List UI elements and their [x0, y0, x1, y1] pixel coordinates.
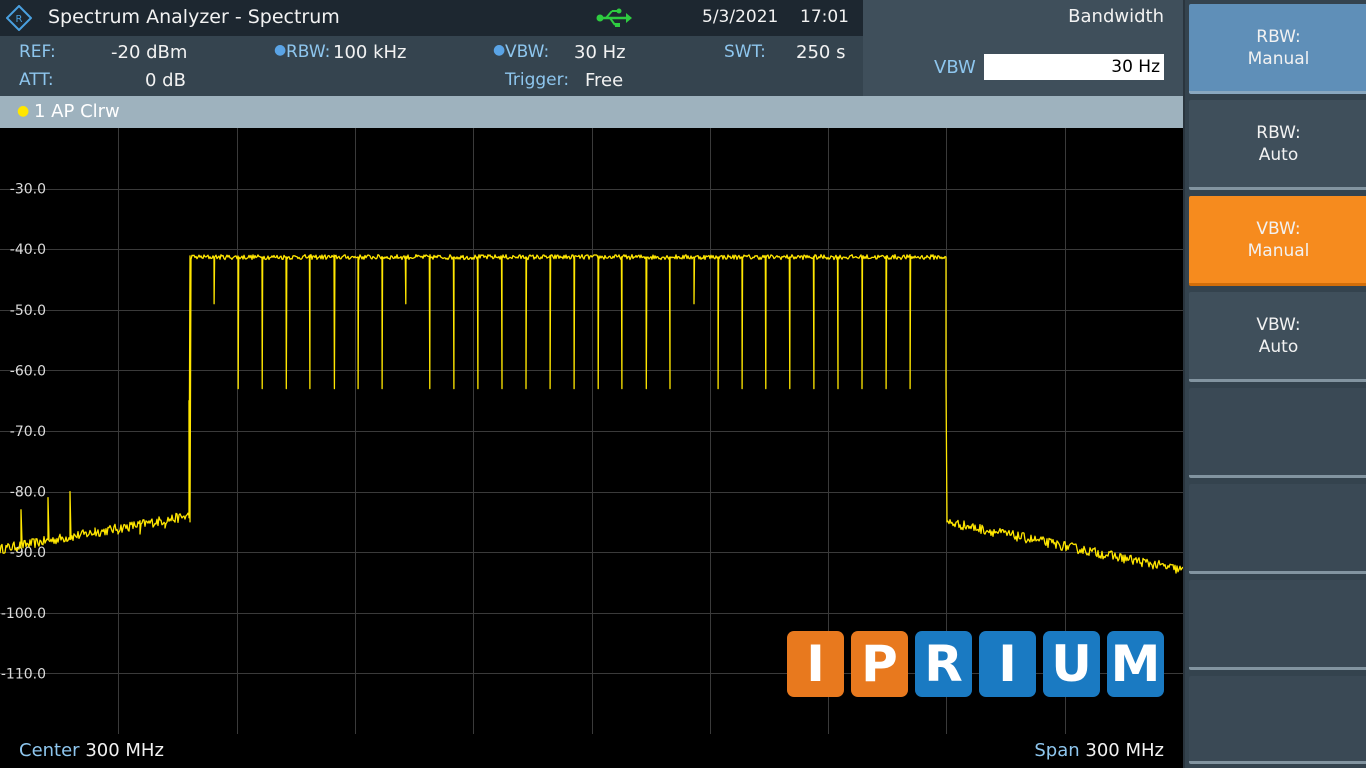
softkey-line1: VBW:	[1256, 314, 1301, 335]
rbw-coupling-dot-icon: ●	[274, 42, 287, 58]
softkey-panel: RBW: Manual RBW: Auto VBW: Manual VBW: Auto	[1183, 0, 1366, 768]
title-bar: R Spectrum Analyzer - Spectrum 5/3/2021 …	[0, 0, 863, 36]
menu-header: Bandwidth VBW 30 Hz	[863, 0, 1183, 96]
y-tick-label: -40.0	[10, 242, 46, 258]
ref-label: REF:	[19, 42, 56, 62]
att-label: ATT:	[19, 70, 54, 90]
y-tick-label: -70.0	[10, 424, 46, 440]
softkey-empty[interactable]	[1189, 484, 1366, 574]
frequency-footer: Center 300 MHz Span 300 MHz	[0, 734, 1183, 768]
trigger-value[interactable]: Free	[585, 70, 623, 91]
ref-value[interactable]: -20 dBm	[111, 42, 187, 63]
vbw-value[interactable]: 30 Hz	[574, 42, 626, 63]
softkey-vbw-auto[interactable]: VBW: Auto	[1189, 292, 1366, 382]
logo-letter: I	[787, 631, 844, 697]
trace-info-bar: ● 1 AP Clrw	[0, 96, 1183, 128]
vbw-entry-label: VBW	[934, 57, 976, 78]
date-display: 5/3/2021	[702, 7, 779, 27]
span-frequency[interactable]: Span 300 MHz	[1034, 740, 1164, 761]
logo-letter: I	[979, 631, 1036, 697]
y-tick-label: -80.0	[10, 485, 46, 501]
swt-value[interactable]: 250 s	[796, 42, 845, 63]
window-title: Spectrum Analyzer - Spectrum	[48, 6, 340, 28]
y-tick-label: -100.0	[1, 606, 46, 622]
softkey-rbw-manual[interactable]: RBW: Manual	[1189, 4, 1366, 94]
usb-icon	[596, 8, 632, 27]
span-value: 300 MHz	[1085, 740, 1164, 761]
softkey-empty[interactable]	[1189, 676, 1366, 764]
trace-label[interactable]: 1 AP Clrw	[34, 101, 120, 122]
vbw-entry-field[interactable]: 30 Hz	[984, 54, 1164, 80]
center-label: Center	[19, 740, 80, 761]
menu-title: Bandwidth	[1068, 6, 1164, 27]
measurement-parameters: REF: -20 dBm ATT: 0 dB ● RBW: 100 kHz ● …	[0, 36, 863, 96]
y-tick-label: -30.0	[10, 182, 46, 198]
softkey-line2: Auto	[1258, 144, 1299, 165]
trace-dot-icon: ●	[17, 103, 30, 119]
softkey-line1: VBW:	[1256, 218, 1301, 239]
softkey-line2: Auto	[1258, 336, 1299, 357]
logo-letter: U	[1043, 631, 1100, 697]
span-label: Span	[1034, 740, 1080, 761]
trigger-label: Trigger:	[505, 70, 570, 90]
softkey-line2: Manual	[1247, 240, 1310, 261]
y-tick-label: -110.0	[1, 666, 46, 682]
softkey-empty[interactable]	[1189, 580, 1366, 670]
softkey-line1: RBW:	[1256, 122, 1301, 143]
logo-letter: M	[1107, 631, 1164, 697]
softkey-line2: Manual	[1247, 48, 1310, 69]
center-value: 300 MHz	[85, 740, 164, 761]
y-tick-label: -60.0	[10, 363, 46, 379]
softkey-rbw-auto[interactable]: RBW: Auto	[1189, 100, 1366, 190]
vbw-label: VBW:	[505, 42, 550, 62]
y-tick-label: -50.0	[10, 303, 46, 319]
att-value[interactable]: 0 dB	[145, 70, 186, 91]
svg-text:R: R	[16, 14, 23, 25]
logo-letter: R	[915, 631, 972, 697]
rbw-value[interactable]: 100 kHz	[333, 42, 407, 63]
time-display: 17:01	[800, 7, 849, 27]
softkey-vbw-manual[interactable]: VBW: Manual	[1189, 196, 1366, 286]
softkey-line1: RBW:	[1256, 26, 1301, 47]
center-frequency[interactable]: Center 300 MHz	[19, 740, 164, 761]
swt-label: SWT:	[724, 42, 766, 62]
vbw-coupling-dot-icon: ●	[493, 42, 506, 58]
logo-letter: P	[851, 631, 908, 697]
rohde-schwarz-logo-icon: R	[6, 5, 32, 31]
softkey-empty[interactable]	[1189, 388, 1366, 478]
rbw-label: RBW:	[286, 42, 331, 62]
